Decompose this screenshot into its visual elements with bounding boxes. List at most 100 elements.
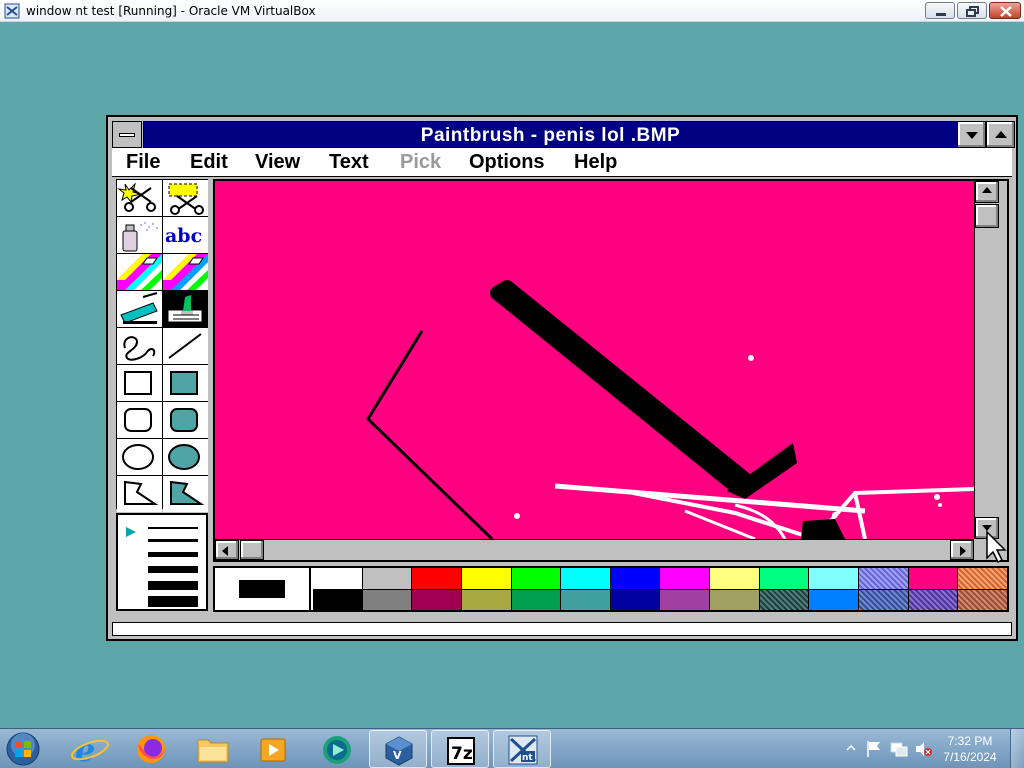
palette-swatch-bottom-11[interactable] <box>809 589 859 610</box>
filled-circle-tool[interactable] <box>163 439 208 475</box>
media-player-icon <box>260 738 286 762</box>
clock-time: 7:32 PM <box>947 734 993 748</box>
palette-swatch-bottom-13[interactable] <box>908 589 958 610</box>
maximize-button[interactable] <box>986 121 1015 148</box>
palette-swatch-top-11[interactable] <box>809 568 859 589</box>
filled-polygon-tool[interactable] <box>163 476 208 512</box>
taskbar-windows-nt-vm[interactable]: nt <box>493 730 551 768</box>
palette-swatch-top-9[interactable] <box>710 568 759 589</box>
menu-view[interactable]: View <box>255 151 300 174</box>
menu-text[interactable]: Text <box>329 151 369 174</box>
menu-file[interactable]: File <box>126 151 160 174</box>
scissors-tool[interactable] <box>117 180 162 216</box>
pick-tool[interactable] <box>163 180 208 216</box>
paintbrush-titlebar[interactable]: Paintbrush - penis lol .BMP <box>143 121 958 148</box>
palette-swatch-top-7[interactable] <box>610 568 660 589</box>
palette-swatch-top-14[interactable] <box>958 568 1007 589</box>
palette-swatch-bottom-1[interactable] <box>313 589 362 610</box>
show-desktop-button[interactable] <box>1010 729 1024 768</box>
taskbar-7zip[interactable]: 7z <box>431 730 489 768</box>
polygon-tool-icon <box>124 480 159 505</box>
palette-swatch-bottom-6[interactable] <box>561 589 610 610</box>
palette-swatch-bottom-12[interactable] <box>859 589 908 610</box>
line-size-2[interactable] <box>148 539 198 542</box>
host-close-button[interactable] <box>989 2 1021 19</box>
line-tool[interactable] <box>163 328 208 364</box>
palette-swatch-top-1[interactable] <box>313 568 362 589</box>
line-size-5[interactable] <box>148 581 198 590</box>
palette-swatch-bottom-2[interactable] <box>362 589 412 610</box>
palette-swatch-top-4[interactable] <box>461 568 511 589</box>
filled-rounded-box-tool[interactable] <box>163 402 208 438</box>
drawing-canvas[interactable] <box>215 181 974 539</box>
host-restore-button[interactable] <box>957 2 987 19</box>
palette-swatch-top-6[interactable] <box>561 568 610 589</box>
volume-muted-icon[interactable] <box>914 740 932 758</box>
palette-swatch-top-2[interactable] <box>362 568 412 589</box>
clock[interactable]: 7:32 PM 7/16/2024 <box>932 733 1008 765</box>
rounded-box-tool[interactable] <box>117 402 162 438</box>
action-center-flag-icon[interactable] <box>866 740 882 758</box>
menu-options[interactable]: Options <box>469 151 545 174</box>
box-tool[interactable] <box>117 365 162 401</box>
taskbar-media-player[interactable] <box>244 730 302 768</box>
taskbar-app[interactable] <box>306 730 364 768</box>
system-menu-button[interactable] <box>112 121 142 148</box>
palette-swatch-bottom-8[interactable] <box>660 589 710 610</box>
paint-roller-tool[interactable] <box>117 291 162 327</box>
network-icon[interactable] <box>890 740 908 758</box>
taskbar: e V 7z nt 7:32 PM 7/16/2024 <box>0 728 1024 768</box>
palette-swatch-top-5[interactable] <box>511 568 561 589</box>
virtualbox-icon: V <box>385 736 413 766</box>
color-eraser-tool[interactable] <box>117 254 162 290</box>
vertical-scroll-thumb[interactable] <box>975 204 999 228</box>
airbrush-tool[interactable] <box>117 217 162 253</box>
palette-swatch-top-13[interactable] <box>908 568 958 589</box>
menu-help[interactable]: Help <box>574 151 617 174</box>
start-orb[interactable] <box>4 731 42 767</box>
palette-swatch-top-10[interactable] <box>759 568 809 589</box>
taskbar-firefox[interactable] <box>122 730 180 768</box>
file-explorer-icon <box>197 739 229 763</box>
menu-pick[interactable]: Pick <box>400 151 441 174</box>
horizontal-scrollbar[interactable] <box>215 539 974 560</box>
arrow-up-icon <box>982 187 992 193</box>
palette-swatch-top-12[interactable] <box>859 568 908 589</box>
palette-swatch-bottom-3[interactable] <box>412 589 461 610</box>
palette-swatch-bottom-7[interactable] <box>610 589 660 610</box>
line-size-3[interactable] <box>148 552 198 557</box>
line-size-1[interactable] <box>148 527 198 529</box>
filled-box-tool[interactable] <box>163 365 208 401</box>
palette-swatch-bottom-4[interactable] <box>461 589 511 610</box>
menu-edit[interactable]: Edit <box>190 151 228 174</box>
palette-swatch-bottom-10[interactable] <box>759 589 809 610</box>
polygon-tool[interactable] <box>117 476 162 512</box>
brush-tool[interactable] <box>163 291 208 327</box>
taskbar-file-explorer[interactable] <box>184 730 242 768</box>
palette-swatch-top-3[interactable] <box>412 568 461 589</box>
eraser-tool[interactable] <box>163 254 208 290</box>
palette-swatch-bottom-5[interactable] <box>511 589 561 610</box>
host-minimize-button[interactable] <box>925 2 955 19</box>
minimize-button[interactable] <box>957 121 986 148</box>
palette-swatch-bottom-14[interactable] <box>958 589 1007 610</box>
text-tool[interactable]: abc <box>163 217 208 253</box>
taskbar-internet-explorer[interactable]: e <box>62 730 120 768</box>
horizontal-scroll-thumb[interactable] <box>240 540 264 560</box>
circle-tool[interactable] <box>117 439 162 475</box>
line-size-4[interactable] <box>148 566 198 573</box>
canvas-drawing <box>366 280 974 539</box>
scroll-right-button[interactable] <box>950 540 974 560</box>
svg-text:V: V <box>393 749 402 762</box>
palette-swatch-top-8[interactable] <box>660 568 710 589</box>
taskbar-virtualbox[interactable]: V <box>369 730 427 768</box>
scroll-up-button[interactable] <box>975 181 999 203</box>
arrow-left-icon <box>222 546 228 556</box>
canvas-frame <box>213 179 1009 562</box>
vertical-scrollbar[interactable] <box>974 181 999 539</box>
scroll-left-button[interactable] <box>215 540 239 560</box>
palette-swatch-bottom-9[interactable] <box>710 589 759 610</box>
show-hidden-icons-icon[interactable] <box>846 743 856 753</box>
line-size-6[interactable] <box>148 596 198 607</box>
curve-tool[interactable] <box>117 328 162 364</box>
